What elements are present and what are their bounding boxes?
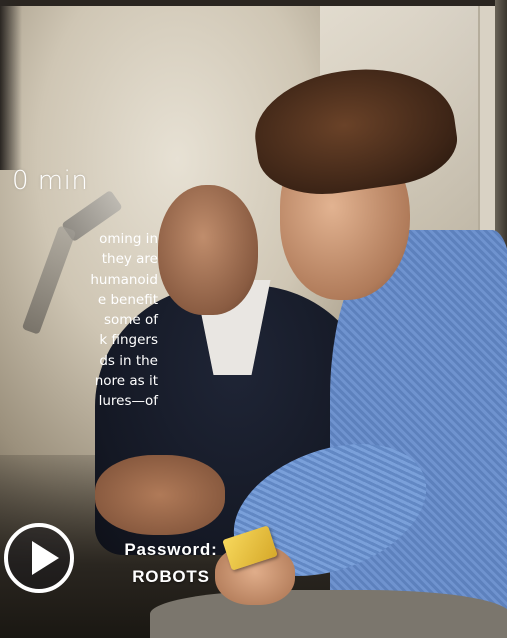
description-line: they are — [101, 251, 158, 268]
description-line: ds in the — [99, 352, 158, 369]
password-value: ROBOTS — [132, 567, 210, 586]
description-line: nore as it — [94, 373, 158, 390]
description-line: e benefit — [97, 291, 158, 308]
password-label: Password: — [124, 540, 218, 559]
video-duration: 0 min — [12, 166, 89, 196]
play-button[interactable] — [4, 523, 74, 593]
seated-man-head — [158, 185, 258, 315]
description-line: oming in — [99, 231, 158, 247]
play-icon — [32, 541, 59, 575]
description-line: lures—of — [98, 393, 158, 410]
video-thumbnail[interactable]: 0 min oming in they are humanoid e benef… — [0, 0, 507, 638]
description-line: some of — [103, 312, 158, 329]
password-caption: Password: ROBOTS — [110, 536, 232, 590]
description-line: humanoid — [90, 271, 158, 288]
seated-man-hands — [95, 455, 225, 535]
left-shadow — [0, 0, 22, 170]
young-man-pants — [150, 590, 507, 638]
video-description: oming in they are humanoid e benefit som… — [0, 229, 158, 412]
description-line: k fingers — [99, 332, 158, 349]
